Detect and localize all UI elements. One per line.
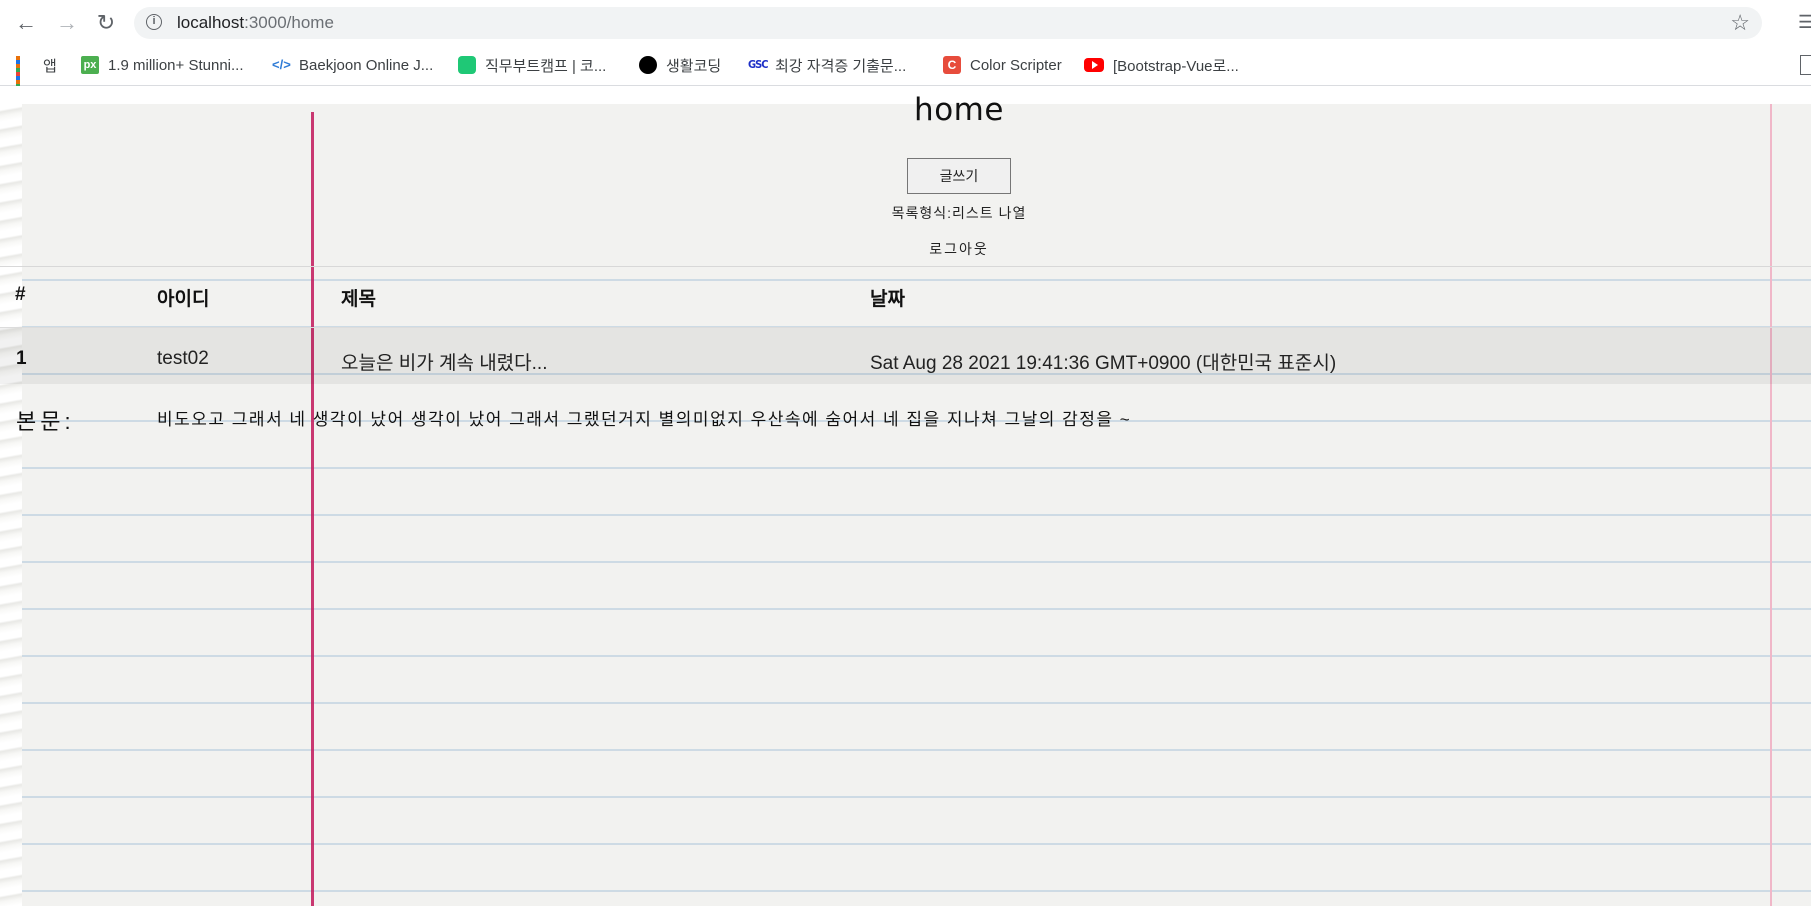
page-title: home: [914, 92, 1004, 128]
bookmark-label: Color Scripter: [970, 56, 1062, 74]
row-date: Sat Aug 28 2021 19:41:36 GMT+0900 (대한민국 …: [870, 353, 1337, 374]
bookmark-bootstrap-vue[interactable]: [Bootstrap-Vue로...: [1084, 45, 1239, 85]
list-mode-text: 목록형식:리스트 나열: [891, 205, 1027, 221]
bookmark-apps[interactable]: 앱: [16, 45, 57, 92]
bookmark-label: 앱: [43, 57, 57, 75]
body-text: 비도오고 그래서 네 생각이 났어 생각이 났어 그래서 그랬던거지 별의미없지…: [157, 410, 1132, 429]
column-header-title: 제목: [341, 289, 376, 310]
address-bar[interactable]: i localhost:3000/home ☆: [134, 7, 1762, 39]
bookmark-life-coding[interactable]: 생활코딩: [639, 45, 721, 85]
right-margin-line: [1770, 104, 1772, 906]
px-icon: px: [81, 56, 99, 74]
notebook-page: home 글쓰기 목록형식:리스트 나열 로그아웃 # 아이디 제목 날짜 1 …: [0, 86, 1811, 906]
apps-icon: [16, 56, 34, 92]
bookmark-baekjoon[interactable]: </> Baekjoon Online J...: [272, 45, 433, 85]
menu-icon[interactable]: ☰: [1798, 12, 1811, 32]
row-number: 1: [16, 348, 27, 369]
back-arrow-icon[interactable]: ←: [11, 9, 41, 39]
header-divider: [0, 266, 1811, 267]
bookmark-gsc[interactable]: GSC 최강 자격증 기출문...: [748, 45, 906, 85]
column-header-date: 날짜: [870, 289, 905, 310]
bookmark-color-scripter[interactable]: C Color Scripter: [943, 45, 1062, 85]
forward-arrow-icon[interactable]: →: [52, 9, 82, 39]
bookmark-label: 생활코딩: [666, 57, 722, 75]
reload-icon[interactable]: ↻: [91, 9, 121, 39]
bootcamp-icon: [458, 56, 476, 74]
url-path: :3000/home: [244, 13, 334, 32]
youtube-icon: [1084, 58, 1104, 72]
row-id: test02: [157, 348, 209, 369]
bookmark-star-icon[interactable]: ☆: [1730, 10, 1750, 36]
circle-icon: [639, 56, 657, 74]
bookmark-bootcamp[interactable]: 직무부트캠프 | 코...: [458, 45, 606, 85]
bookmark-label: Baekjoon Online J...: [299, 56, 434, 74]
color-scripter-icon: C: [943, 56, 961, 74]
body-label: 본문:: [16, 409, 75, 434]
margin-line: [311, 112, 314, 906]
gsc-icon: GSC: [748, 58, 769, 71]
bookmark-label: 직무부트캠프 | 코...: [485, 57, 607, 75]
torn-paper-edge: [0, 104, 22, 906]
info-icon[interactable]: i: [146, 14, 162, 30]
browser-toolbar: ← → ↻ i localhost:3000/home ☆ ☰: [0, 0, 1811, 45]
write-button[interactable]: 글쓰기: [907, 158, 1011, 194]
column-header-id: 아이디: [157, 289, 210, 310]
baekjoon-icon: </>: [272, 57, 291, 72]
bookmark-label: 1.9 million+ Stunni...: [108, 56, 244, 74]
bookmark-label: 최강 자격증 기출문...: [775, 57, 907, 75]
bookmark-px[interactable]: px 1.9 million+ Stunni...: [81, 45, 244, 85]
row-title[interactable]: 오늘은 비가 계속 내렸다...: [341, 348, 547, 375]
bookmark-label: [Bootstrap-Vue로...: [1113, 57, 1239, 75]
other-bookmarks-icon[interactable]: [1800, 55, 1811, 75]
url-host: localhost: [177, 13, 245, 32]
logout-link[interactable]: 로그아웃: [0, 239, 1811, 259]
url-text[interactable]: localhost:3000/home: [177, 13, 334, 33]
bookmarks-bar: 앱 px 1.9 million+ Stunni... </> Baekjoon…: [0, 45, 1811, 92]
column-header-number: #: [15, 284, 26, 305]
